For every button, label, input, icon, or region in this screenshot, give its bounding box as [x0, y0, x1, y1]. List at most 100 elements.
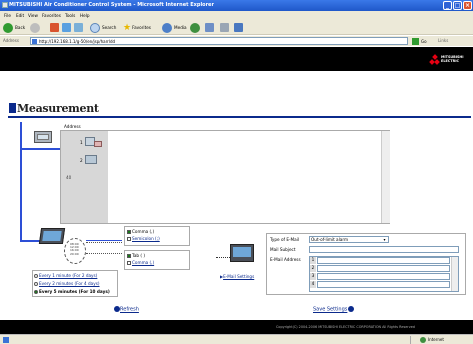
mail-subject-input[interactable] — [309, 246, 459, 253]
connector-line-top — [20, 148, 64, 150]
ie-app-icon — [2, 2, 8, 8]
check-icon — [127, 237, 131, 241]
mail-button[interactable] — [205, 22, 214, 33]
menu-tools[interactable]: Tools — [65, 13, 75, 18]
chevron-down-icon: ▾ — [383, 237, 386, 242]
page-icon — [32, 39, 37, 44]
delimiter-comma-1[interactable]: Comma (,) — [127, 229, 154, 234]
dotted-lines — [86, 242, 122, 254]
three-diamonds-icon — [429, 54, 440, 65]
history-button[interactable] — [190, 22, 202, 33]
interval-1min[interactable]: Every 1 minute (For 2 days) — [34, 273, 97, 278]
email-settings-link[interactable]: ▶E-Mail Settings — [220, 274, 254, 279]
laptop-icon — [38, 228, 66, 244]
print-icon — [220, 23, 229, 32]
media-icon — [162, 22, 172, 33]
mitsubishi-logo: MITSUBISHI ELECTRIC — [429, 54, 464, 65]
email-type-label: Type of E-Mail — [270, 237, 299, 242]
menu-help[interactable]: Help — [80, 13, 90, 18]
page-header: MITSUBISHI ELECTRIC — [0, 47, 473, 71]
address-scrollbar[interactable] — [381, 131, 390, 223]
forward-button[interactable] — [30, 22, 42, 33]
refresh-button[interactable]: Refresh — [114, 306, 139, 313]
links-button[interactable]: Links — [438, 38, 448, 43]
clock-dial-labels: 08:00 12:00 16:00 20:00 — [70, 242, 79, 256]
address-label: Address — [3, 38, 19, 43]
email-arrow-line — [216, 257, 230, 258]
email-address-input-1[interactable] — [317, 257, 450, 264]
unit-40-label: 40 — [66, 175, 72, 180]
unit-2-label: 2 — [80, 158, 83, 163]
save-settings-button[interactable]: Save Settings — [313, 306, 355, 313]
internet-zone-icon — [420, 337, 426, 343]
media-button[interactable]: Media — [162, 22, 187, 33]
unit-2-icon[interactable] — [85, 155, 97, 164]
back-arrow-icon — [3, 22, 13, 33]
delimiter-comma-2[interactable]: Comma (,) — [127, 260, 154, 265]
page-footer: Copyright(C) 2004-2006 MITSUBISHI ELECTR… — [0, 320, 473, 334]
page-title: Measurement — [17, 102, 99, 115]
refresh-browser-button[interactable] — [62, 22, 71, 33]
check-icon — [127, 261, 131, 265]
delimiter-tab[interactable]: Tab ( ) — [127, 253, 145, 258]
status-divider — [410, 336, 411, 344]
home-button[interactable] — [74, 22, 83, 33]
unit-1-status-icon — [94, 141, 102, 147]
home-icon — [74, 23, 83, 32]
refresh-icon — [62, 23, 71, 32]
radio-icon — [34, 290, 38, 294]
search-icon — [90, 22, 100, 33]
email-row-1-index: 1 — [310, 257, 316, 264]
address-panel — [60, 130, 390, 224]
close-button[interactable]: × — [463, 1, 472, 10]
brand-line2: ELECTRIC — [441, 58, 459, 63]
forward-arrow-icon — [30, 22, 40, 33]
email-scrollbar[interactable] — [451, 257, 458, 291]
copyright-text: Copyright(C) 2004-2006 MITSUBISHI ELECTR… — [276, 325, 415, 329]
maximize-button[interactable]: □ — [453, 1, 462, 10]
email-address-input-2[interactable] — [317, 265, 450, 272]
address-input[interactable]: http://192.168.1.1/g-50/en/jsp/harrldd — [30, 37, 408, 45]
print-button[interactable] — [220, 22, 229, 33]
section-marker — [9, 103, 16, 113]
radio-icon — [34, 282, 38, 286]
favorites-button[interactable]: ★ Favorites — [123, 22, 151, 33]
go-button[interactable]: Go — [412, 37, 427, 45]
email-pc-icon — [230, 244, 254, 262]
address-url: http://192.168.1.1/g-50/en/jsp/harrldd — [39, 39, 116, 44]
unit-1-label: 1 — [80, 140, 83, 145]
history-icon — [190, 22, 200, 33]
interval-2min[interactable]: Every 2 minutes (For 4 days) — [34, 281, 100, 286]
stop-icon — [50, 23, 59, 32]
search-button[interactable]: Search — [90, 22, 116, 33]
email-row-2-index: 2 — [310, 265, 316, 272]
edit-button[interactable] — [234, 22, 243, 33]
go-arrow-icon — [412, 37, 419, 45]
email-address-input-3[interactable] — [317, 273, 450, 280]
email-address-input-4[interactable] — [317, 281, 450, 288]
delimiter-semicolon[interactable]: Semicolon (;) — [127, 236, 160, 241]
menu-file[interactable]: File — [4, 13, 11, 18]
browser-toolbar: Back Search ★ Favorites Media — [0, 20, 473, 35]
back-button[interactable]: Back — [3, 22, 25, 33]
address-bar: Address http://192.168.1.1/g-50/en/jsp/h… — [0, 36, 473, 46]
internet-zone-label: Internet — [428, 337, 444, 342]
interval-5min[interactable]: Every 5 minutes (For 10 days) — [34, 289, 110, 294]
connector-line-vertical — [20, 122, 22, 242]
mail-subject-label: Mail Subject — [270, 247, 296, 252]
check-icon — [127, 254, 131, 258]
edit-icon — [234, 23, 243, 32]
done-page-icon — [3, 337, 9, 343]
section-divider — [8, 116, 471, 118]
email-type-select[interactable]: Out-of-limit alarm ▾ — [309, 236, 389, 243]
menu-view[interactable]: View — [28, 13, 38, 18]
stop-button[interactable] — [50, 22, 59, 33]
favorites-star-icon: ★ — [123, 22, 132, 33]
menu-edit[interactable]: Edit — [16, 13, 24, 18]
email-row-3-index: 3 — [310, 273, 316, 280]
email-row-4-index: 4 — [310, 281, 316, 288]
menu-favorites[interactable]: Favorites — [42, 13, 61, 18]
controller-device-icon — [34, 131, 52, 143]
minimize-button[interactable]: _ — [443, 1, 452, 10]
window-title: MITSUBISHI Air Conditioner Control Syste… — [9, 2, 214, 8]
